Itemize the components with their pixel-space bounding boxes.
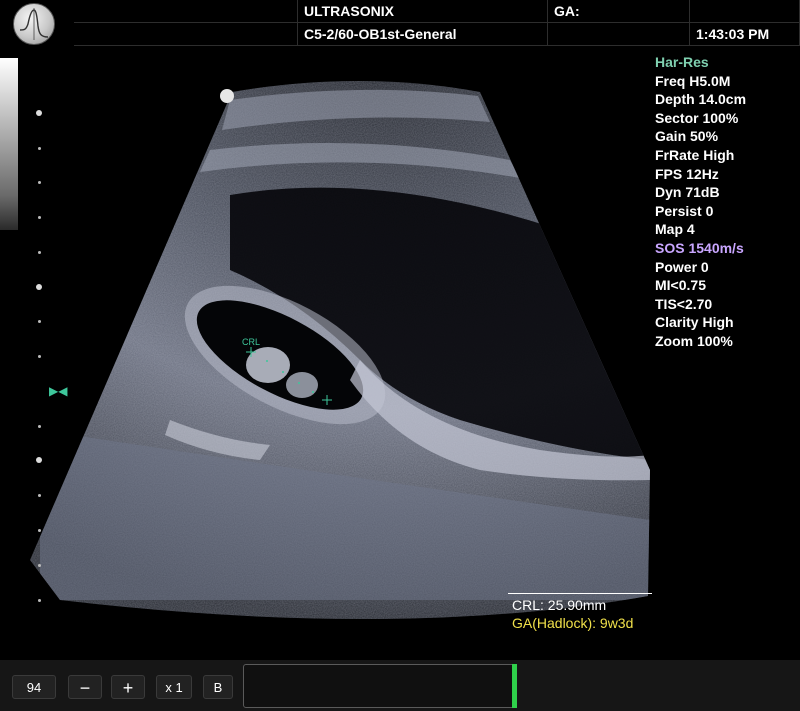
ga-hadlock: GA(Hadlock): 9w3d — [512, 615, 634, 631]
crl-measurement: CRL: 25.90mm — [512, 597, 607, 613]
param-1: Freq H5.0M — [655, 72, 731, 89]
zoom-button[interactable]: x 1 — [156, 675, 192, 699]
orientation-marker-icon — [220, 89, 234, 103]
depth-marker — [36, 284, 42, 290]
depth-marker — [38, 529, 41, 532]
param-4: Gain 50% — [655, 128, 719, 145]
value-display[interactable]: 94 — [12, 675, 56, 699]
caliper-label: CRL — [242, 337, 260, 347]
depth-marker — [36, 457, 42, 463]
param-13: TIS<2.70 — [655, 295, 713, 312]
cine-handle[interactable] — [512, 664, 517, 708]
param-10: SOS 1540m/s — [655, 239, 744, 256]
depth-marker — [38, 216, 41, 219]
focus-marker-icon[interactable]: ▶◀ — [49, 385, 67, 397]
depth-marker — [38, 425, 41, 428]
depth-marker — [38, 251, 41, 254]
param-0: Har-Res — [655, 54, 709, 70]
param-12: MI<0.75 — [655, 277, 706, 294]
depth-marker — [38, 355, 41, 358]
param-14: Clarity High — [655, 314, 734, 331]
param-8: Persist 0 — [655, 202, 714, 219]
depth-marker — [38, 147, 41, 150]
b-mode-button[interactable]: B — [203, 675, 233, 699]
plus-button[interactable]: + — [111, 675, 145, 699]
parameter-panel: Har-Res Freq H5.0M Depth 14.0cm Sector 100%… — [655, 53, 746, 351]
param-9: Map 4 — [655, 221, 695, 238]
depth-marker — [38, 599, 41, 602]
param-7: Dyn 71dB — [655, 184, 720, 201]
depth-marker — [38, 564, 41, 567]
depth-marker — [36, 110, 42, 116]
param-6: FPS 12Hz — [655, 165, 719, 182]
param-5: FrRate High — [655, 146, 735, 163]
param-2: Depth 14.0cm — [655, 91, 747, 108]
minus-button[interactable]: − — [68, 675, 102, 699]
depth-marker — [38, 181, 41, 184]
cine-scrollbar[interactable] — [243, 664, 515, 708]
measurement-box: CRL: 25.90mm GA(Hadlock): 9w3d — [508, 593, 652, 632]
param-3: Sector 100% — [655, 109, 739, 126]
param-15: Zoom 100% — [655, 332, 733, 349]
param-11: Power 0 — [655, 258, 709, 275]
depth-marker — [38, 320, 41, 323]
depth-marker — [38, 494, 41, 497]
